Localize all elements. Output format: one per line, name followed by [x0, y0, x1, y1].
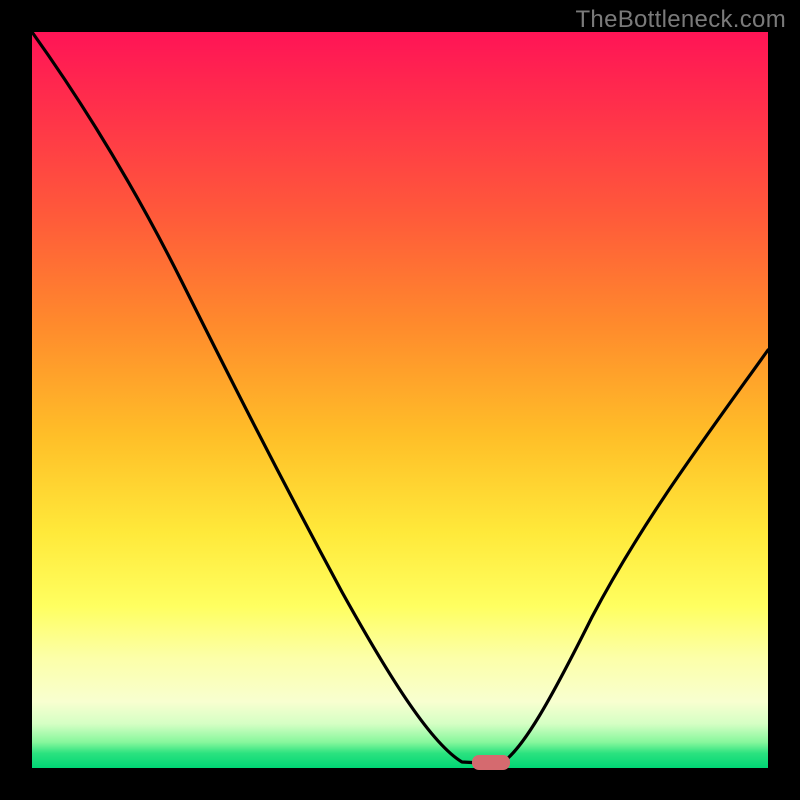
curve-layer — [32, 32, 768, 768]
watermark-text: TheBottleneck.com — [575, 6, 786, 34]
plot-area — [32, 32, 768, 768]
optimal-marker — [472, 755, 510, 770]
bottleneck-curve — [32, 32, 768, 764]
chart-frame: TheBottleneck.com — [0, 0, 800, 800]
